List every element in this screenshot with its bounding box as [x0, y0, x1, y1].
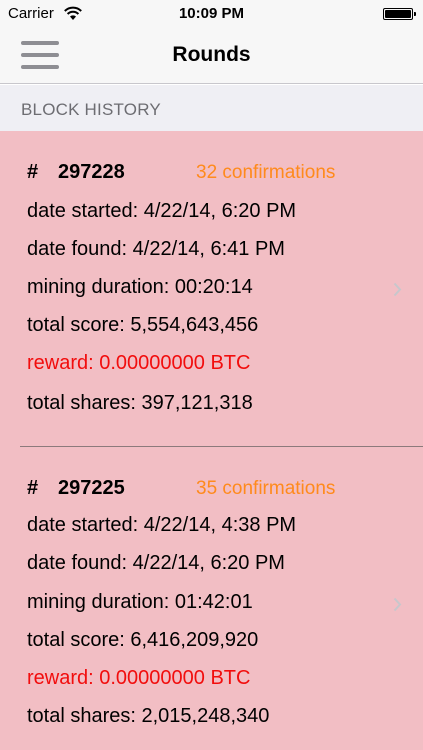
- round-row[interactable]: # 297225 35 confirmations date started: …: [0, 447, 423, 750]
- total-shares: total shares: 397,121,318: [27, 392, 253, 414]
- total-shares: total shares: 2,015,248,340: [27, 705, 270, 727]
- date-started: date started: 4/22/14, 6:20 PM: [27, 200, 297, 222]
- total-score: total score: 5,554,643,456: [27, 314, 259, 336]
- section-header-label: BLOCK HISTORY: [21, 100, 161, 119]
- rounds-list: # 297228 32 confirmations date started: …: [0, 131, 423, 750]
- reward: reward: 0.00000000 BTC: [27, 667, 251, 689]
- reward: reward: 0.00000000 BTC: [27, 352, 251, 374]
- block-number: 297228: [58, 161, 125, 183]
- date-found: date found: 4/22/14, 6:20 PM: [27, 552, 285, 574]
- confirmations-label: 35 confirmations: [196, 478, 336, 499]
- section-header: BLOCK HISTORY: [0, 85, 423, 131]
- page-title: Rounds: [172, 43, 251, 66]
- round-row[interactable]: # 297228 32 confirmations date started: …: [0, 131, 423, 446]
- status-time: 10:09 PM: [178, 5, 245, 22]
- battery-icon: [383, 8, 416, 20]
- total-score: total score: 6,416,209,920: [27, 629, 259, 651]
- chevron-right-icon: [393, 282, 402, 297]
- hash-label: #: [27, 161, 39, 183]
- mining-duration: mining duration: 00:20:14: [27, 276, 253, 298]
- mining-duration: mining duration: 01:42:01: [27, 591, 253, 613]
- chevron-right-icon: [393, 597, 402, 612]
- status-bar: Carrier 10:09 PM: [0, 0, 423, 28]
- hash-label: #: [27, 477, 39, 499]
- block-number: 297225: [58, 477, 125, 499]
- date-started: date started: 4/22/14, 4:38 PM: [27, 514, 297, 536]
- date-found: date found: 4/22/14, 6:41 PM: [27, 238, 285, 260]
- navigation-bar: Rounds: [0, 28, 423, 84]
- confirmations-label: 32 confirmations: [196, 162, 336, 183]
